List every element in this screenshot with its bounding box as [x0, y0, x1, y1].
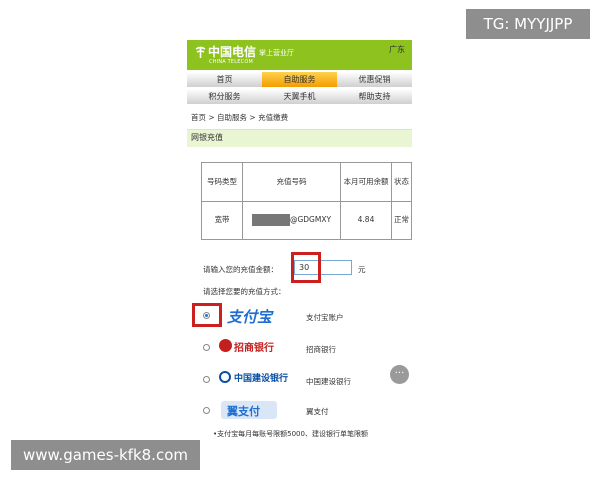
logo-subtitle: 掌上营业厅: [259, 49, 294, 57]
phone-screen: 中国电信 CHINA TELECOM 掌上营业厅 广东 首页 自助服务 优惠促销…: [187, 40, 412, 440]
nav-self-service[interactable]: 自助服务: [262, 72, 338, 87]
cmb-logo-icon: [219, 339, 232, 352]
bestpay-label: 翼支付: [306, 407, 329, 416]
cmb-label: 招商银行: [306, 345, 336, 354]
nav-tianyi-phone[interactable]: 天翼手机: [262, 89, 338, 104]
radio-ccb[interactable]: [203, 376, 210, 383]
limit-footnote: •支付宝每月每账号限额5000、建设银行单笔限额: [213, 430, 368, 438]
nav-row-primary: 首页 自助服务 优惠促销: [187, 72, 412, 87]
cmb-logo: 招商银行: [234, 343, 274, 354]
header-status: 状态: [391, 162, 412, 202]
ccb-logo: 中国建设银行: [234, 374, 289, 384]
watermark-tg: TG: MYYJJPP: [466, 9, 590, 39]
highlight-box-amount: [291, 252, 321, 283]
ccb-label: 中国建设银行: [306, 377, 351, 386]
header-number-type: 号码类型: [201, 162, 243, 202]
section-title: 网银充值: [191, 133, 223, 142]
logo-cn-text: 中国电信: [208, 45, 257, 59]
amount-label: 请输入您的充值金额：: [203, 265, 278, 274]
alipay-logo: 支付宝: [227, 308, 273, 326]
cell-type: 宽带: [201, 200, 243, 240]
nav-home[interactable]: 首页: [187, 72, 263, 87]
account-table: 号码类型 充值号码 本月可用余额 状态 宽带 @GDGMXY 4.84 正常: [201, 162, 412, 240]
ccb-logo-icon: [219, 371, 231, 383]
nav-help[interactable]: 帮助支持: [337, 89, 412, 104]
radio-bestpay[interactable]: [203, 407, 210, 414]
nav-promotions[interactable]: 优惠促销: [337, 72, 412, 87]
watermark-site: www.games-kfk8.com: [11, 440, 200, 470]
cell-number: @GDGMXY: [242, 200, 341, 240]
logo-en-text: CHINA TELECOM: [209, 59, 253, 65]
radio-cmb[interactable]: [203, 344, 210, 351]
cell-status: 正常: [391, 200, 412, 240]
amount-unit: 元: [358, 265, 366, 274]
highlight-box-radio: [192, 303, 222, 327]
region-selector[interactable]: 广东: [389, 44, 405, 55]
table-header-row: 号码类型 充值号码 本月可用余额 状态: [201, 162, 412, 202]
masked-number: [251, 214, 290, 227]
header-recharge-number: 充值号码: [242, 162, 341, 202]
nav-points[interactable]: 积分服务: [187, 89, 263, 104]
china-telecom-logo-icon: [193, 45, 208, 60]
alipay-label: 支付宝账户: [306, 313, 344, 322]
header-balance: 本月可用余额: [340, 162, 392, 202]
breadcrumb: 首页 > 自助服务 > 充值缴费: [191, 113, 289, 122]
payment-method-label: 请选择您要的充值方式：: [203, 287, 286, 296]
nav-row-secondary: 积分服务 天翼手机 帮助支持: [187, 89, 412, 104]
more-options-button[interactable]: ···: [390, 365, 409, 384]
bestpay-logo: 翼支付: [227, 405, 260, 418]
table-row: 宽带 @GDGMXY 4.84 正常: [201, 200, 412, 240]
number-suffix: @GDGMXY: [289, 215, 332, 225]
cell-balance: 4.84: [340, 200, 392, 240]
